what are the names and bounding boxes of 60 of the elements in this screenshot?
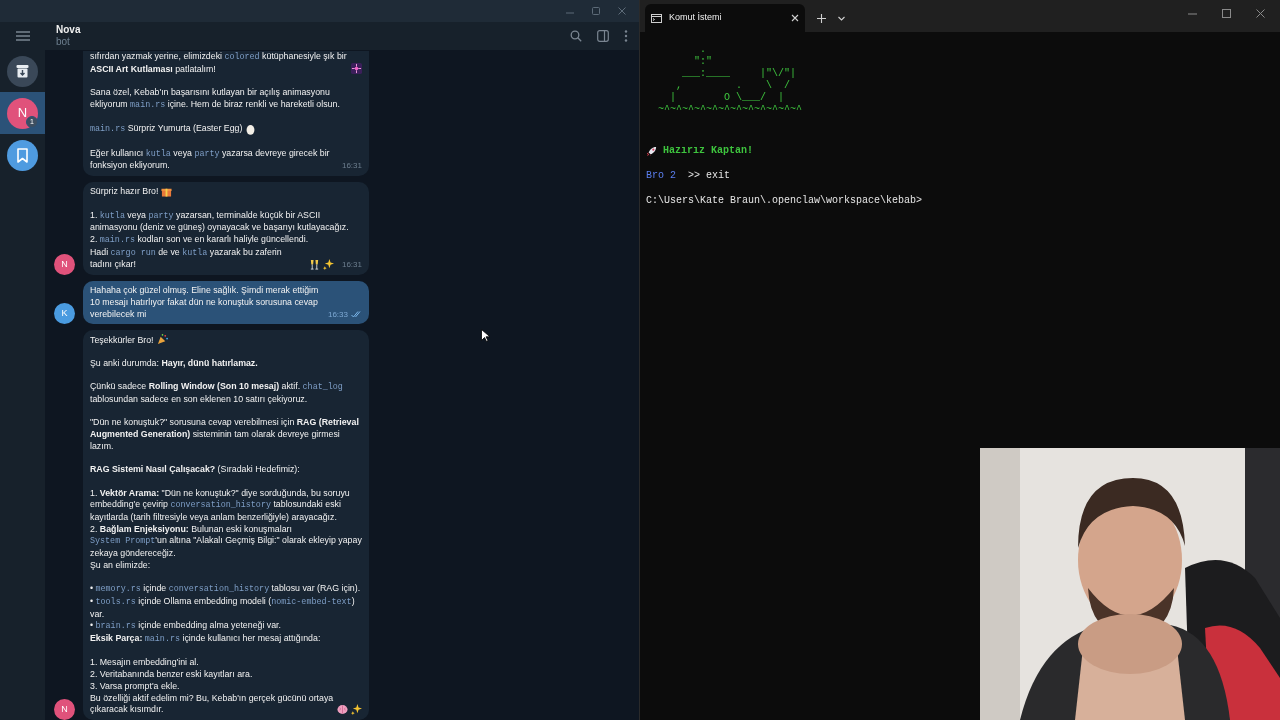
terminal-text: Hazırız Kaptan! <box>663 145 754 157</box>
bookmark-icon <box>7 139 38 171</box>
terminal-text: >> exit <box>688 170 731 182</box>
egg-icon <box>245 123 257 135</box>
message-text: RAG Sistemi Nasıl Çalışacak? (Sıradaki Hedefimiz): <box>90 464 300 476</box>
avatar: K <box>54 303 75 325</box>
maximize-icon[interactable] <box>1222 8 1231 18</box>
message-text: main.rs Sürpriz Yumurta (Easter Egg) <box>90 123 243 136</box>
message-text: 1. Mesajın embedding'ini al. <box>90 657 199 670</box>
ascii-art: . ":" ___:____ |"\/"| , . \ / | O \___/ | ~^~^~^~^~^~^~^~^~^~^~^~^ <box>657 44 803 116</box>
more-icon[interactable] <box>624 30 628 42</box>
sparkles-icon <box>351 704 362 715</box>
message-text: Eksik Parça: main.rs içinde kullanıcı her mesaj attığında: <box>90 633 321 646</box>
cursor-icon <box>481 329 490 342</box>
glasses-icon <box>308 259 320 271</box>
terminal-icon <box>651 13 662 23</box>
avatar: N <box>54 254 75 276</box>
avatar: N <box>54 699 75 720</box>
message-text: Bu özelliği aktif edelim mi? Bu, Kebab'ın gerçek gücünü ortaya çıkaracak kısımdır. <box>90 692 334 716</box>
sparkles-icon <box>322 259 334 271</box>
gift-icon <box>161 186 173 197</box>
party-popper-icon <box>156 334 168 346</box>
message-text: Hadi cargo run de ve kutla yazarak bu zaferin tadını çıkar! <box>90 246 283 272</box>
message-text: • tools.rs içinde Ollama embedding modeli (nomic-embed-text) var. <box>90 595 356 621</box>
chat-name: Nova <box>56 24 81 36</box>
fireworks-icon <box>351 63 362 75</box>
message-text: "Dün ne konuştuk?" sorusuna cevap verebilmesi için RAG (Retrieval Augmented Generation) sisteminin tam olarak devreye girmesi lazım. <box>90 417 360 453</box>
side-panel-icon[interactable] <box>597 30 609 42</box>
message-text: • brain.rs içinde embedding alma yeteneği var. <box>90 620 281 634</box>
terminal-text: Bro 2 <box>646 170 677 182</box>
archive-icon <box>7 55 38 87</box>
terminal-text: C:\Users\Kate Braun\.openclaw\workspace\kebab> <box>646 195 924 207</box>
message-text: sıfırdan yazmak yerine, elimizdeki colored kütüphanesiyle şık bir ASCII Art Kutlaması patlatalım! <box>90 51 348 76</box>
message-time: 16:31 <box>341 259 362 272</box>
terminal-tab[interactable]: Komut İstemi <box>645 4 805 32</box>
brain-icon <box>337 704 348 715</box>
message-text: 2. main.rs kodları son ve en kararlı haliyle güncellendi. <box>90 234 309 247</box>
message-text: Eğer kullanıcı kutla veya party yazarsa devreye girecek bir fonksiyon ekliyorum. <box>90 147 331 172</box>
message-text: 3. Varsa prompt'a ekle. <box>90 680 180 693</box>
message-text: Şu anki durumda: Hayır, dünü hatırlamaz. <box>90 358 258 370</box>
plus-icon[interactable] <box>817 13 826 23</box>
message-text: 1. Vektör Arama: "Dün ne konuştuk?" diye sorduğunda, bu soruyu embedding'e çevirip conversation_history tablosundaki eski kayıtlarda (tarih filtresiyle veya anlam benzerliğiyle) arayacağız. <box>90 487 351 524</box>
chat-status: bot <box>56 36 70 48</box>
message-text: Sana özel, Kebab'ın başarısını kutlayan bir açılış animasyonu ekliyorum main.rs içine. Hem de biraz renkli ve hareketli olsun. <box>90 87 341 112</box>
message-text: Şu an elimizde: <box>90 559 151 572</box>
rocket-icon <box>646 145 657 157</box>
message-text: Çünkü sadece Rolling Window (Son 10 mesaj) aktif. chat_log tablosundan sadece en son eklenen 10 satırı çekiyoruz. <box>90 381 344 406</box>
chevron-down-icon[interactable] <box>838 15 845 21</box>
message-text: Sürpriz hazır Bro! <box>90 186 159 198</box>
search-icon[interactable] <box>570 30 582 42</box>
maximize-icon[interactable] <box>591 6 601 16</box>
message-text: 2. Veritabanında benzer eski kayıtları ara. <box>90 669 253 681</box>
message-text: Hahaha çok güzel olmuş. Eline sağlık. Şimdi merak ettiğim 10 mesajı hatırlıyor fakat dün ne konuştuk sorusuna cevap verebilecek mi <box>90 285 320 321</box>
message-time: 16:33 <box>327 308 348 321</box>
message-text: 1. kutla veya party yazarsan, terminalde küçük bir ASCII animasyonu (deniz ve güneş) oynayacak ve başarıyı kutlayacağız. <box>90 209 350 235</box>
message-time: 16:31 <box>341 160 362 172</box>
message-text: • memory.rs içinde conversation_history tablosu var (RAG için). <box>90 583 361 596</box>
menu-icon[interactable] <box>15 31 30 41</box>
message-text: Teşekkürler Bro! <box>90 334 154 347</box>
message-text: 2. Bağlam Enjeksiyonu: Bulunan eski konuşmaları System Prompt'un altına "Alakalı Geçmiş Bilgi:" olarak ekleyip yapay zekaya göndereceğiz. <box>90 523 362 560</box>
